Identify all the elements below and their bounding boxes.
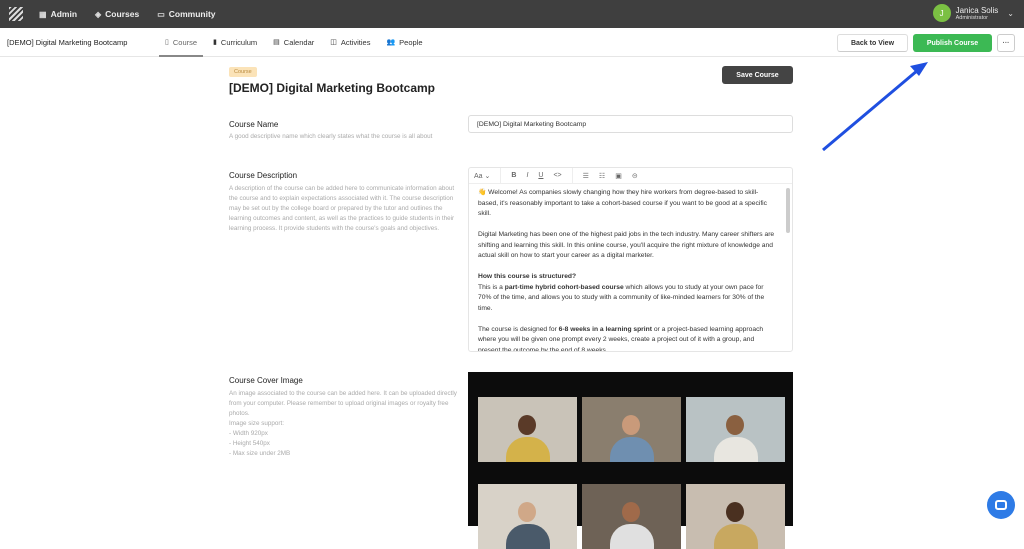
annotation-arrow bbox=[822, 62, 928, 152]
chat-support-button[interactable] bbox=[987, 491, 1015, 519]
chat-icon bbox=[995, 500, 1007, 510]
